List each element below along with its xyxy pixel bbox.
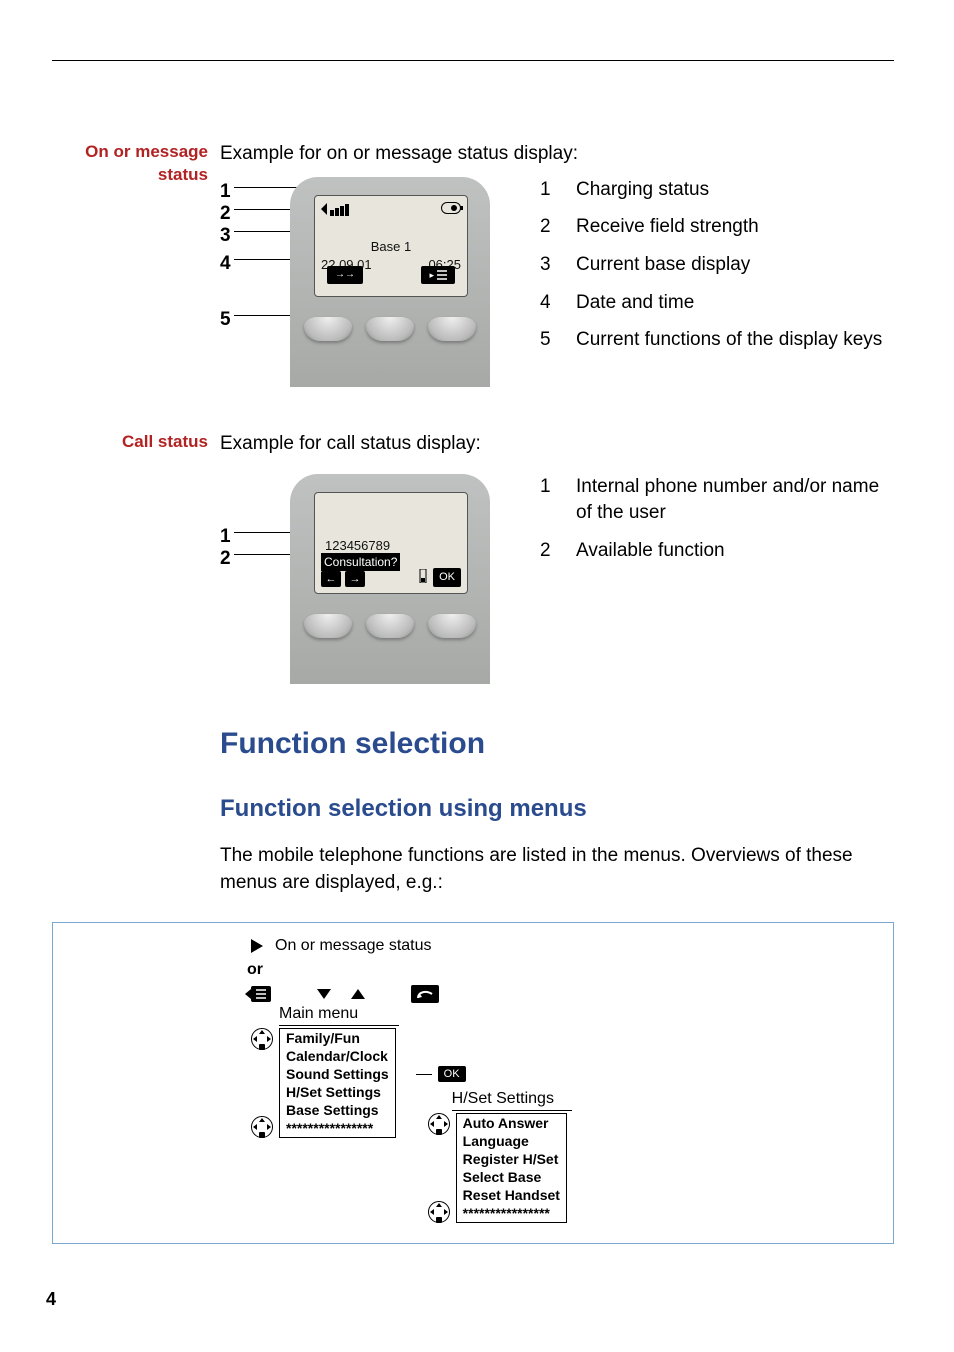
top-rule bbox=[52, 60, 894, 61]
main-menu-table: Family/Fun Calendar/Clock Sound Settings… bbox=[279, 1028, 396, 1138]
legend-num: 4 bbox=[540, 290, 558, 316]
callout-number: 5 bbox=[220, 307, 231, 333]
scroll-indicator-icon bbox=[419, 569, 427, 587]
menu-item: Language bbox=[457, 1132, 566, 1150]
play-icon bbox=[251, 939, 263, 953]
phone-illustration-2: 1 2 123456789 Consultation? ← → bbox=[220, 474, 510, 684]
dpad-icon bbox=[428, 1113, 450, 1135]
section1-intro: Example for on or message status display… bbox=[220, 141, 894, 167]
section2-legend: 1 Internal phone number and/or name of th… bbox=[510, 474, 894, 575]
legend-text: Internal phone number and/or name of the… bbox=[576, 474, 894, 525]
section-on-or-message-status: On or message status Example for on or m… bbox=[52, 141, 894, 387]
arrow-up-icon bbox=[351, 989, 365, 999]
main-menu-label: Main menu bbox=[279, 1005, 358, 1022]
handset-screen: Base 1 22.09.01 06:25 →→ ▸ bbox=[314, 195, 468, 297]
callout-number: 2 bbox=[220, 546, 231, 572]
menu-item: Register H/Set bbox=[457, 1150, 566, 1168]
dpad-icon bbox=[251, 1028, 273, 1050]
softkey-left-icon: →→ bbox=[327, 266, 363, 284]
back-icon bbox=[411, 985, 439, 1003]
ok-softkey-label: OK bbox=[433, 568, 461, 587]
callout-number: 4 bbox=[220, 251, 231, 277]
legend-text: Charging status bbox=[576, 177, 709, 203]
text: On or message bbox=[85, 142, 208, 161]
legend-num: 1 bbox=[540, 177, 558, 203]
menu-diagram: On or message status or Main menu bbox=[52, 922, 894, 1244]
softkey-buttons bbox=[304, 614, 476, 638]
legend-num: 2 bbox=[540, 214, 558, 240]
dpad-icon bbox=[428, 1201, 450, 1223]
legend-num: 1 bbox=[540, 474, 558, 525]
menu-item: Family/Fun bbox=[280, 1029, 395, 1047]
legend-num: 3 bbox=[540, 252, 558, 278]
legend-text: Available function bbox=[576, 538, 725, 564]
menu-item: Sound Settings bbox=[280, 1065, 395, 1083]
caller-number: 123456789 bbox=[325, 537, 390, 555]
legend-num: 2 bbox=[540, 538, 558, 564]
sub-menu-table: Auto Answer Language Register H/Set Sele… bbox=[456, 1113, 567, 1223]
softkey-buttons bbox=[304, 317, 476, 341]
submenu-label: H/Set Settings bbox=[452, 1090, 554, 1107]
page: On or message status Example for on or m… bbox=[0, 0, 954, 1352]
handset-screen: 123456789 Consultation? ← → bbox=[314, 492, 468, 594]
heading-function-selection-menus: Function selection using menus bbox=[220, 793, 894, 825]
legend-text: Current functions of the display keys bbox=[576, 327, 882, 353]
softkey-right-icon: ▸ bbox=[421, 266, 455, 284]
arrow-left-icon: ← bbox=[321, 571, 341, 587]
signal-bars-icon bbox=[321, 202, 349, 216]
menu-item: Reset Handset bbox=[457, 1186, 566, 1204]
current-base-label: Base 1 bbox=[321, 238, 461, 256]
arrow-right-icon: → bbox=[345, 571, 365, 587]
menu-item: **************** bbox=[457, 1204, 566, 1222]
section1-side-title: On or message status bbox=[52, 141, 220, 187]
menu-item: Base Settings bbox=[280, 1101, 395, 1119]
menu-item: **************** bbox=[280, 1119, 395, 1137]
menu-item: Calendar/Clock bbox=[280, 1047, 395, 1065]
page-number: 4 bbox=[46, 1289, 56, 1310]
phone-illustration-1: 1 2 3 4 5 bbox=[220, 177, 510, 387]
menu-item: Select Base bbox=[457, 1168, 566, 1186]
battery-icon bbox=[441, 202, 461, 214]
section2-side-title: Call status bbox=[52, 431, 220, 454]
legend-text: Date and time bbox=[576, 290, 694, 316]
legend-text: Receive field strength bbox=[576, 214, 759, 240]
diagram-top-label: On or message status bbox=[275, 937, 432, 955]
text: status bbox=[158, 165, 208, 184]
heading-function-selection: Function selection bbox=[220, 724, 894, 765]
legend-text: Current base display bbox=[576, 252, 750, 278]
arrow-down-icon bbox=[317, 989, 331, 999]
menu-icon bbox=[251, 986, 271, 1002]
menu-item: Auto Answer bbox=[457, 1114, 566, 1132]
or-label: or bbox=[247, 961, 875, 979]
section1-legend: 1 Charging status 2 Receive field strength… bbox=[510, 177, 894, 365]
section2-intro: Example for call status display: bbox=[220, 431, 894, 457]
section-call-status: Call status Example for call status disp… bbox=[52, 431, 894, 685]
callout-number: 3 bbox=[220, 223, 231, 249]
dpad-icon bbox=[251, 1116, 273, 1138]
paragraph-menu-overviews: The mobile telephone functions are liste… bbox=[220, 843, 894, 896]
handset: 123456789 Consultation? ← → bbox=[290, 474, 490, 684]
handset: Base 1 22.09.01 06:25 →→ ▸ bbox=[290, 177, 490, 387]
legend-num: 5 bbox=[540, 327, 558, 353]
menu-item: H/Set Settings bbox=[280, 1083, 395, 1101]
ok-icon: OK bbox=[438, 1066, 466, 1082]
